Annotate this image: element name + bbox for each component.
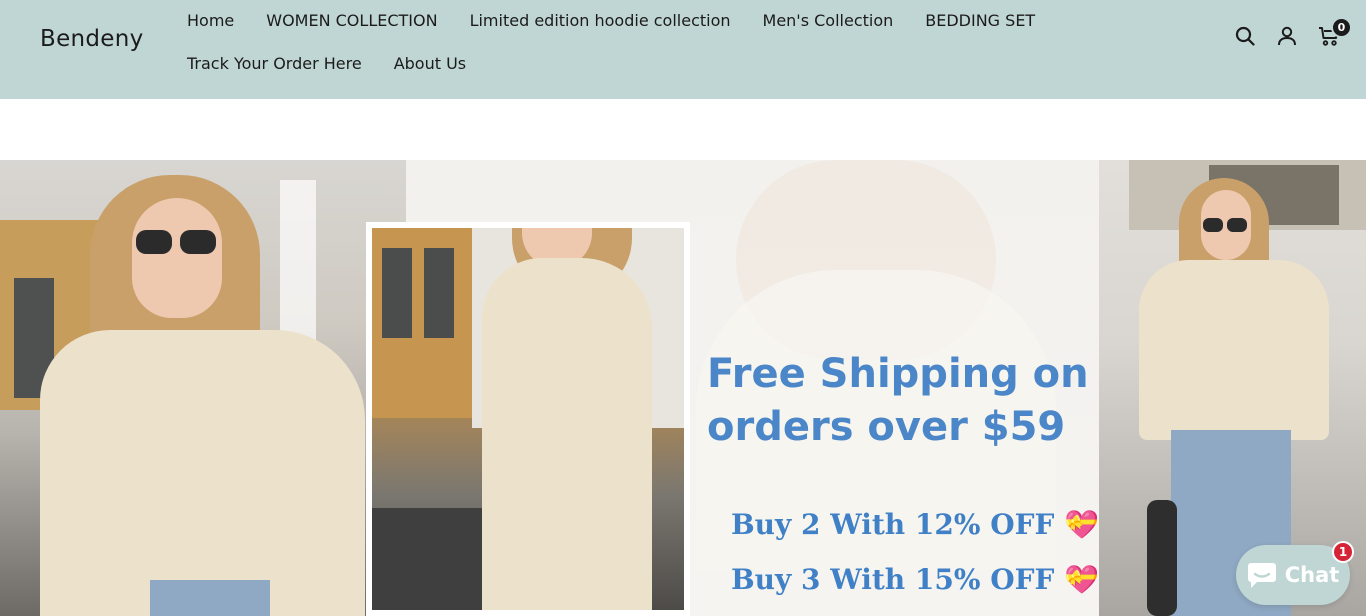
promo-offer-buy-3: Buy 3 With 15% OFF 💝	[731, 563, 1099, 596]
site-header: Bendeny Home WOMEN COLLECTION Limited ed…	[0, 0, 1366, 99]
account-button[interactable]	[1276, 25, 1298, 47]
nav-row-primary: Home WOMEN COLLECTION Limited edition ho…	[171, 9, 1051, 33]
store-logo[interactable]: Bendeny	[40, 26, 144, 52]
hero-photo-left	[0, 160, 406, 616]
nav-link-hoodie-collection[interactable]: Limited edition hoodie collection	[454, 9, 747, 33]
chat-button[interactable]: Chat 1	[1236, 541, 1354, 605]
nav-link-home[interactable]: Home	[171, 9, 250, 33]
nav-row-secondary: Track Your Order Here About Us	[171, 52, 482, 76]
cart-button[interactable]: 0	[1318, 17, 1352, 47]
nav-link-women-collection[interactable]: WOMEN COLLECTION	[250, 9, 453, 33]
search-icon	[1235, 26, 1255, 46]
nav-link-about-us[interactable]: About Us	[378, 52, 482, 76]
nav-link-mens-collection[interactable]: Men's Collection	[747, 9, 910, 33]
header-actions: 0	[1214, 17, 1352, 47]
nav-link-track-order[interactable]: Track Your Order Here	[171, 52, 378, 76]
search-button[interactable]	[1234, 25, 1256, 47]
hero-banner[interactable]: Free Shipping on orders over $59 Buy 2 W…	[0, 160, 1366, 616]
chat-bubble-icon	[1247, 563, 1276, 588]
hero-inset-photo	[366, 222, 690, 616]
nav-link-bedding-set[interactable]: BEDDING SET	[909, 9, 1051, 33]
gift-heart-icon: 💝	[1064, 508, 1099, 541]
chat-label: Chat	[1284, 563, 1340, 587]
chat-notification-badge: 1	[1332, 541, 1354, 563]
promo-headline: Free Shipping on orders over $59	[707, 351, 1089, 450]
promo-offer-buy-2: Buy 2 With 12% OFF 💝	[731, 508, 1099, 541]
gift-heart-icon: 💝	[1064, 563, 1099, 596]
account-icon	[1278, 26, 1296, 46]
cart-count-badge: 0	[1331, 17, 1352, 38]
